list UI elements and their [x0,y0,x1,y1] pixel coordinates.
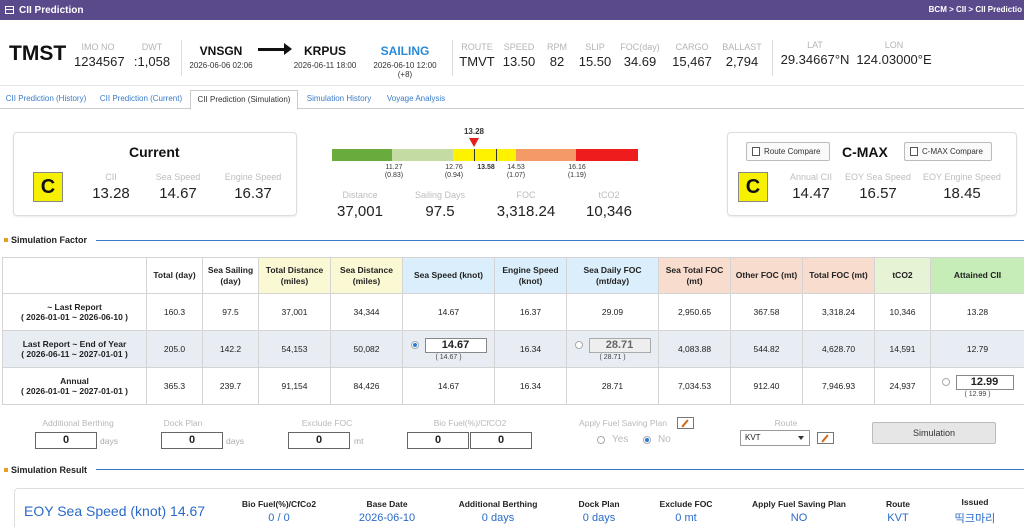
bio-fuel-percent-input[interactable]: 0 [407,432,469,449]
bound-1: 11.27 (0.83) [384,164,404,179]
dock-plan-label: Dock Plan [163,418,203,428]
dock-plan-input[interactable]: 0 [161,432,223,449]
document-icon [752,147,760,156]
daily-foc-input[interactable]: 28.71 [588,337,651,353]
result-route: Route KVT [885,499,911,524]
tab-bar: CII Prediction (History) CII Prediction … [0,90,1024,110]
cmax-eoy-engine-speed: EOY Engine Speed 18.45 [923,172,1001,202]
breadcrumb: BCM > CII > CII Predictio [928,5,1022,14]
rpm-field: RPM 82 [547,42,567,69]
gauge-pointer-value: 13.28 [463,127,485,136]
attained-cii-input[interactable]: 12.99 [955,374,1014,390]
gauge-foc: FOC 3,318.24 [496,190,556,220]
tab-current[interactable]: CII Prediction (Current) [96,90,186,109]
arrival-port: KRPUS 2026-06-11 18:00 [293,44,357,70]
gauge-distance: Distance 37,001 [337,190,383,220]
result-additional-berthing: Additional Berthing 0 days [458,499,538,524]
fuel-saving-no-radio[interactable] [643,436,651,444]
attained-cii-radio[interactable] [941,378,950,387]
bound-2: 12.76 (0.94) [444,164,464,179]
cmax-title: C-MAX [842,144,888,160]
gauge-sailing-days: Sailing Days 97.5 [414,190,466,220]
tab-simulation-history[interactable]: Simulation History [302,90,376,109]
scale-segment-b [392,149,453,161]
speed-field: SPEED 13.50 [502,42,536,69]
document-icon [910,147,918,156]
route-label: Route [774,418,798,428]
current-grade-badge: C [33,172,63,202]
vessel-name: TMST [9,42,67,65]
eoy-sea-speed: EOY Sea Speed (knot) 14.67 [24,503,206,519]
current-title: Current [129,144,180,160]
route-field: ROUTE TMVT [459,42,495,69]
table-row: ~ Last Report( 2026-01-01 ~ 2026-06-10 )… [2,293,1024,331]
foc-day-field: FOC(day) 34.69 [620,42,660,69]
title-bar: CII Prediction BCM > CII > CII Predictio [0,0,1024,20]
cmax-grade-badge: C [738,172,768,202]
tab-voyage-analysis[interactable]: Voyage Analysis [382,90,450,109]
current-sea-speed: Sea Speed 14.67 [155,172,201,202]
current-cii: CII 13.28 [92,172,130,202]
simulation-result-heading: Simulation Result [4,465,87,475]
bio-fuel-label: Bio Fuel(%)/CfCO2 [433,418,507,428]
route-arrow-icon [258,43,292,55]
longitude-field: LON 124.03000°E [856,40,932,67]
bound-3: 13.58 [477,164,495,171]
sea-speed-input[interactable]: 14.67 [424,337,487,353]
daily-foc-radio[interactable] [574,341,583,350]
slip-field: SLIP 15.50 [578,42,612,69]
tab-simulation[interactable]: CII Prediction (Simulation) [190,90,298,110]
sea-speed-radio[interactable] [410,341,419,350]
cmax-compare-button[interactable]: C-MAX Compare [904,142,992,161]
edit-fuel-saving-icon[interactable] [677,417,694,429]
simulation-button[interactable]: Simulation [872,422,996,444]
bound-4: 14.53 (1.07) [506,164,526,179]
cii-rating-scale [332,149,638,161]
exclude-foc-label: Exclude FOC [301,418,353,428]
cmax-eoy-sea-speed: EOY Sea Speed 16.57 [845,172,911,202]
scale-segment-d [516,149,576,161]
chevron-down-icon [798,436,804,440]
window-icon [5,6,14,14]
simulation-factor-table: Total (day) Sea Sailing (day) Total Dist… [2,257,1024,405]
result-dock-plan: Dock Plan 0 days [578,499,620,524]
scale-segment-c [453,149,516,161]
fuel-saving-label: Apply Fuel Saving Plan [579,418,667,428]
cfco2-input[interactable]: 0 [470,432,532,449]
scale-segment-a [332,149,392,161]
table-header-row: Total (day) Sea Sailing (day) Total Dist… [2,257,1024,294]
imo-field: IMO NO 1234567 [74,42,125,69]
voyage-status: SAILING 2026-06-10 12:00 (+8) [373,44,437,79]
route-compare-button[interactable]: Route Compare [746,142,830,161]
cargo-field: CARGO 15,467 [672,42,712,69]
gauge-tco2: tCO2 10,346 [586,190,632,220]
edit-route-icon[interactable] [817,432,834,444]
table-row: Annual( 2026-01-01 ~ 2027-01-01 ) 365.3 … [2,367,1024,405]
result-exclude-foc: Exclude FOC 0 mt [659,499,713,524]
tab-history[interactable]: CII Prediction (History) [2,90,90,109]
ballast-field: BALLAST 2,794 [722,42,762,69]
result-base-date: Base Date 2026-06-10 [358,499,416,524]
latitude-field: LAT 29.34667°N [780,40,850,67]
app-title: CII Prediction [19,4,84,16]
gauge-pointer-icon [469,138,479,147]
bound-5: 16.16 (1.19) [567,164,587,179]
berthing-input[interactable]: 0 [35,432,97,449]
cmax-annual-cii: Annual CII 14.47 [789,172,833,202]
departure-port: VNSGN 2026-06-06 02:06 [189,44,253,70]
current-engine-speed: Engine Speed 16.37 [224,172,282,202]
result-fuel-saving-plan: Apply Fuel Saving Plan NO [752,499,846,524]
simulation-factor-heading: Simulation Factor [4,235,87,245]
exclude-foc-input[interactable]: 0 [288,432,350,449]
berthing-label: Additional Berthing [42,418,114,428]
route-select[interactable]: KVT [740,430,810,446]
result-bio-fuel: Bio Fuel(%)/CfCo2 0 / 0 [241,499,317,524]
table-row: Last Report ~ End of Year( 2026-06-11 ~ … [2,330,1024,368]
result-issued: Issued 띡크마리 [954,497,996,525]
fuel-saving-yes-radio[interactable] [597,436,605,444]
dwt-field: DWT:1,058 [133,42,171,69]
scale-segment-e [576,149,638,161]
